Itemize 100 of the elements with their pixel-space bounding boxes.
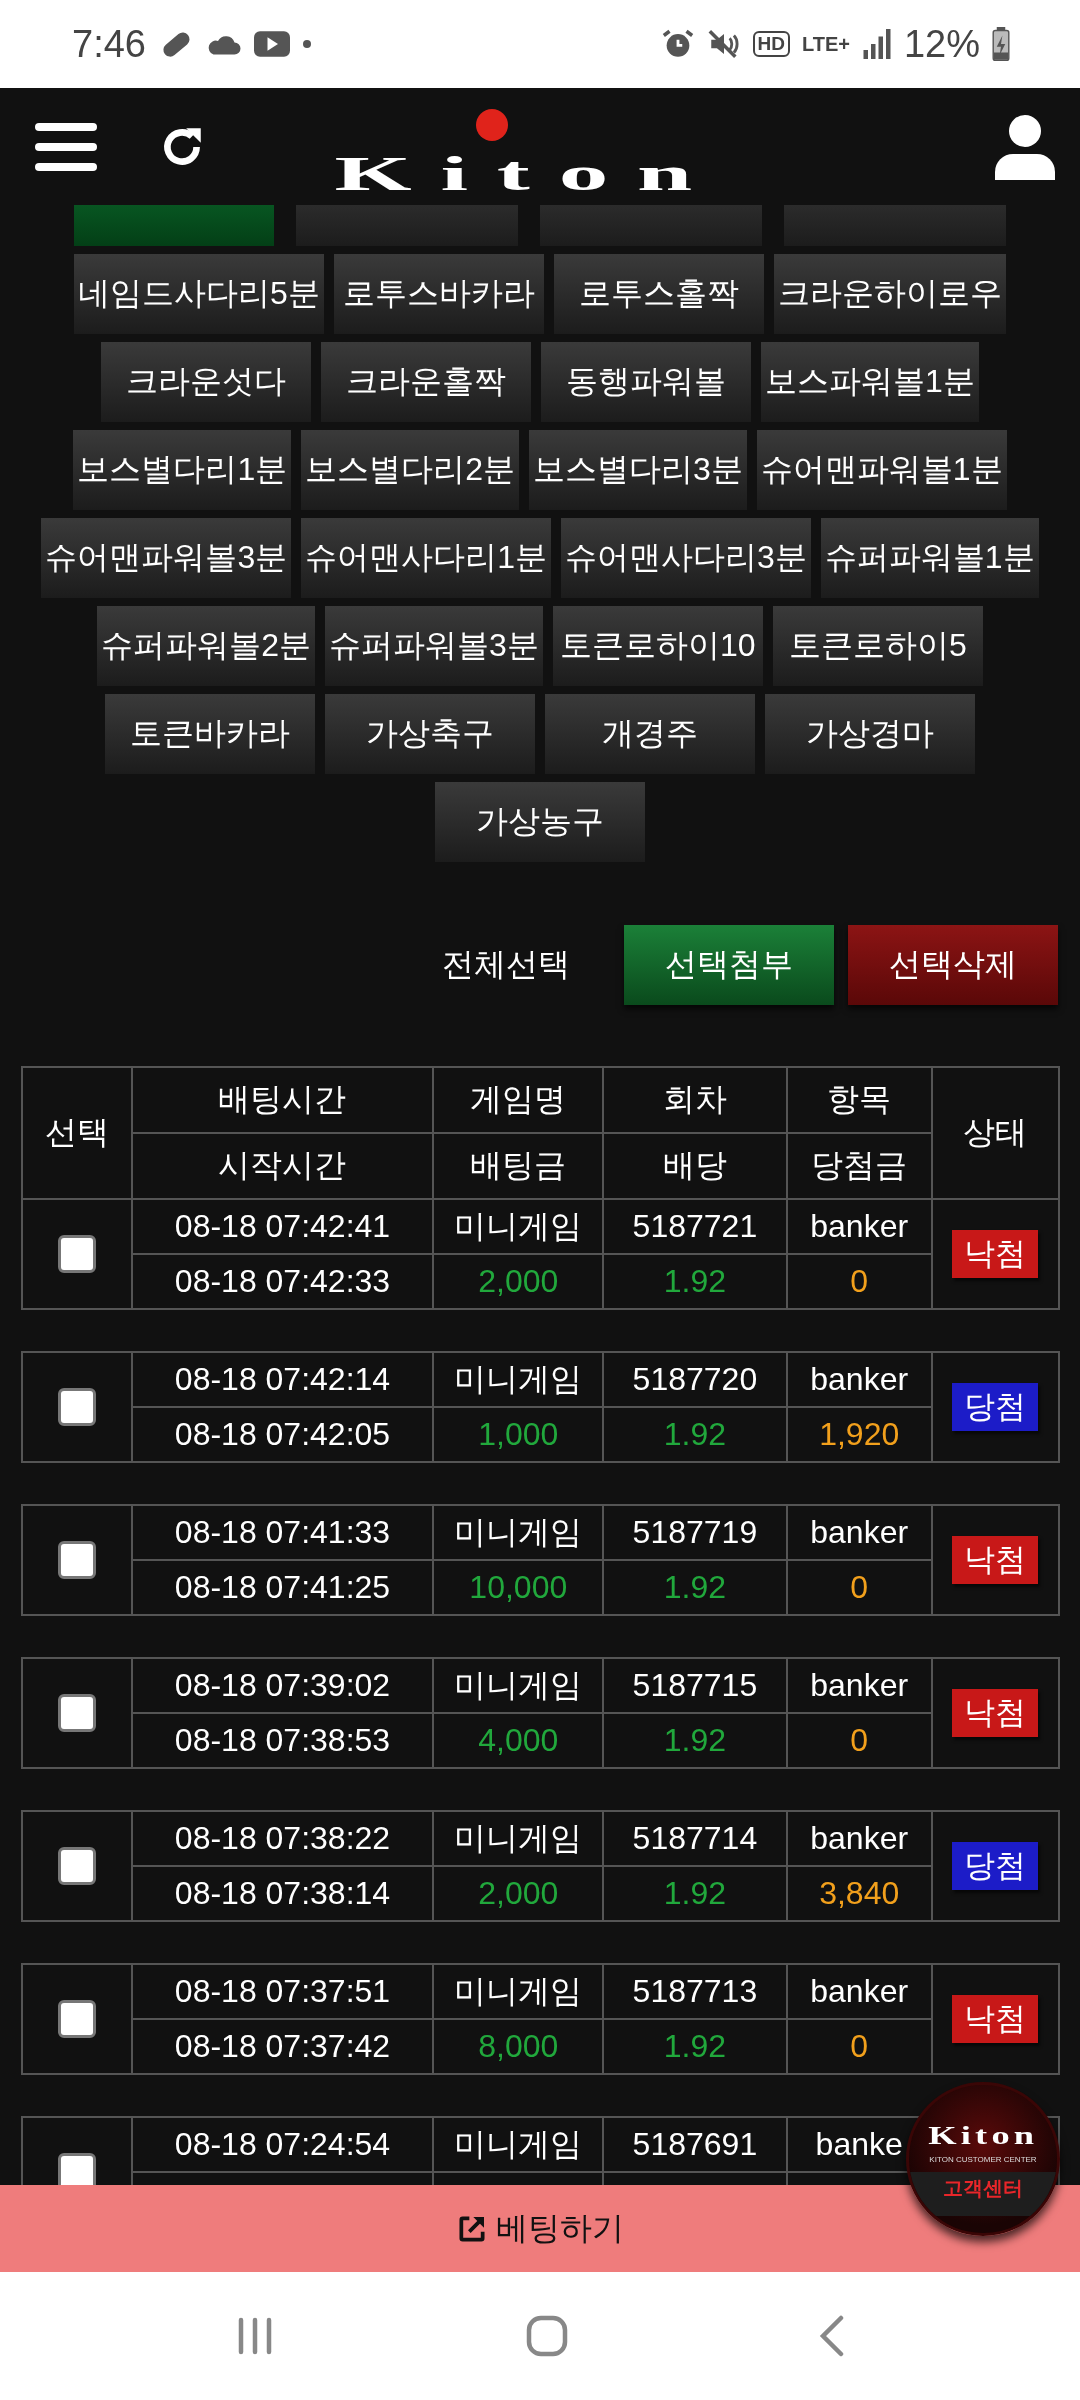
clock-time: 7:46 xyxy=(72,22,146,66)
column-header: 배당 xyxy=(604,1134,786,1198)
round-number: 5187721 xyxy=(632,1208,758,1245)
game-button[interactable]: 크라운하이로우 xyxy=(773,254,1006,334)
odds-value: 1.92 xyxy=(663,1569,727,1606)
round-number: 5187715 xyxy=(632,1667,758,1704)
bet-time: 08-18 07:42:14 xyxy=(174,1361,391,1398)
round-number: 5187719 xyxy=(632,1514,758,1551)
logo-dot-icon xyxy=(475,108,509,142)
game-name: 미니게임 xyxy=(454,1971,583,2011)
network-type: LTE+ xyxy=(801,32,850,56)
game-name: 미니게임 xyxy=(454,1512,583,1552)
payout-amount: 0 xyxy=(850,1569,869,1606)
column-header: 배팅시간 xyxy=(132,1068,433,1132)
column-header: 당첨금 xyxy=(787,1134,931,1198)
game-name: 미니게임 xyxy=(454,1359,583,1399)
column-header: 시작시간 xyxy=(132,1134,433,1198)
checkbox[interactable] xyxy=(57,1847,96,1885)
game-button[interactable]: 가상축구 xyxy=(325,694,535,774)
bet-amount: 1,000 xyxy=(478,1416,559,1453)
bet-pick: banker xyxy=(810,1820,909,1857)
status-badge: 낙첨 xyxy=(952,1995,1039,2043)
attach-selected-button[interactable]: 선택첨부 xyxy=(624,925,834,1005)
round-number: 5187713 xyxy=(632,1973,758,2010)
bet-amount: 2,000 xyxy=(478,1263,559,1300)
game-button[interactable]: 로투스홀짝 xyxy=(553,254,764,334)
game-button[interactable]: 보스파워볼1분 xyxy=(761,342,979,422)
game-name: 미니게임 xyxy=(454,1818,583,1858)
bet-amount: 2,000 xyxy=(478,1875,559,1912)
signal-icon xyxy=(861,29,892,59)
game-button[interactable]: 크라운홀짝 xyxy=(321,342,532,422)
game-button[interactable]: 슈어맨파워볼3분 xyxy=(41,518,292,598)
bet-time: 08-18 07:41:33 xyxy=(174,1514,391,1551)
start-time: 08-18 07:38:14 xyxy=(174,1875,391,1912)
start-time: 08-18 07:42:33 xyxy=(174,1263,391,1300)
game-name: 미니게임 xyxy=(454,1665,583,1705)
column-header: 항목 xyxy=(787,1068,931,1132)
game-button[interactable]: 동행파워볼 xyxy=(541,342,752,422)
checkbox[interactable] xyxy=(57,1694,96,1732)
hd-voice-icon: HD xyxy=(752,31,790,57)
game-button[interactable]: 슈어맨파워볼1분 xyxy=(756,430,1007,510)
home-icon[interactable] xyxy=(526,2315,568,2357)
bet-pick: banker xyxy=(810,1208,909,1245)
start-time: 08-18 07:42:05 xyxy=(174,1416,391,1453)
checkbox[interactable] xyxy=(57,1235,96,1273)
payout-amount: 0 xyxy=(850,1722,869,1759)
game-button[interactable]: 크라운섯다 xyxy=(101,342,312,422)
checkbox[interactable] xyxy=(57,1388,96,1426)
game-button[interactable]: 보스별다리1분 xyxy=(73,430,292,510)
bet-time: 08-18 07:38:22 xyxy=(174,1820,391,1857)
bet-amount: 8,000 xyxy=(478,2028,559,2065)
game-button[interactable]: 네임드사다리5분 xyxy=(74,254,324,334)
game-button[interactable]: 가상경마 xyxy=(765,694,975,774)
game-button[interactable]: 보스별다리3분 xyxy=(529,430,747,510)
column-header: 게임명 xyxy=(434,1068,603,1132)
game-button[interactable]: 슈어맨사다리3분 xyxy=(561,518,811,598)
mute-icon xyxy=(706,27,741,61)
checkbox[interactable] xyxy=(57,2153,96,2185)
column-header: 회차 xyxy=(604,1068,786,1132)
game-button[interactable]: 토큰로하이5 xyxy=(772,606,983,686)
checkbox[interactable] xyxy=(57,2000,96,2038)
logo-text: Kiton xyxy=(928,2120,1038,2151)
back-icon[interactable] xyxy=(818,2315,845,2357)
menu-icon[interactable] xyxy=(35,120,97,173)
payout-amount: 0 xyxy=(850,2028,869,2065)
start-time: 08-18 07:41:25 xyxy=(174,1569,391,1606)
round-number: 5187714 xyxy=(632,1820,758,1857)
user-icon[interactable] xyxy=(995,113,1055,180)
payout-amount: 3,840 xyxy=(819,1875,900,1912)
bet-time: 08-18 07:42:41 xyxy=(174,1208,391,1245)
column-header: 배팅금 xyxy=(434,1134,603,1198)
odds-value: 1.92 xyxy=(663,1263,727,1300)
subtitle-text: KITON CUSTOMER CENTER xyxy=(929,2154,1037,2164)
customer-center-label: 고객센터 xyxy=(909,2171,1057,2216)
odds-value: 1.92 xyxy=(663,1416,727,1453)
game-button[interactable]: 개경주 xyxy=(545,694,755,774)
status-badge: 당첨 xyxy=(952,1383,1039,1431)
odds-value: 1.92 xyxy=(663,2028,727,2065)
bet-time: 08-18 07:37:51 xyxy=(174,1973,391,2010)
game-button[interactable]: 가상농구 xyxy=(435,782,645,862)
logo-text: Kiton xyxy=(334,154,722,192)
game-button[interactable]: 로투스바카라 xyxy=(333,254,544,334)
bet-pick: banker xyxy=(810,1361,909,1398)
game-button[interactable]: 슈퍼파워볼2분 xyxy=(97,606,315,686)
select-all-link[interactable]: 전체선택 xyxy=(442,943,570,987)
checkbox[interactable] xyxy=(57,1541,96,1579)
battery-icon xyxy=(992,27,1010,61)
game-button[interactable]: 토큰로하이10 xyxy=(552,606,763,686)
game-button[interactable]: 슈퍼파워볼3분 xyxy=(325,606,543,686)
game-button[interactable]: 슈어맨사다리1분 xyxy=(301,518,551,598)
game-name: 미니게임 xyxy=(454,1206,583,1246)
game-button[interactable]: 토큰바카라 xyxy=(105,694,315,774)
start-time: 08-18 07:38:53 xyxy=(174,1722,391,1759)
game-button[interactable]: 보스별다리2분 xyxy=(301,430,519,510)
delete-selected-button[interactable]: 선택삭제 xyxy=(848,925,1058,1005)
bet-amount: 4,000 xyxy=(478,1722,559,1759)
round-number: 5187720 xyxy=(632,1361,758,1398)
status-badge: 낙첨 xyxy=(952,1536,1039,1584)
bet-time: 08-18 07:39:02 xyxy=(174,1667,391,1704)
game-button[interactable]: 슈퍼파워볼1분 xyxy=(820,518,1039,598)
